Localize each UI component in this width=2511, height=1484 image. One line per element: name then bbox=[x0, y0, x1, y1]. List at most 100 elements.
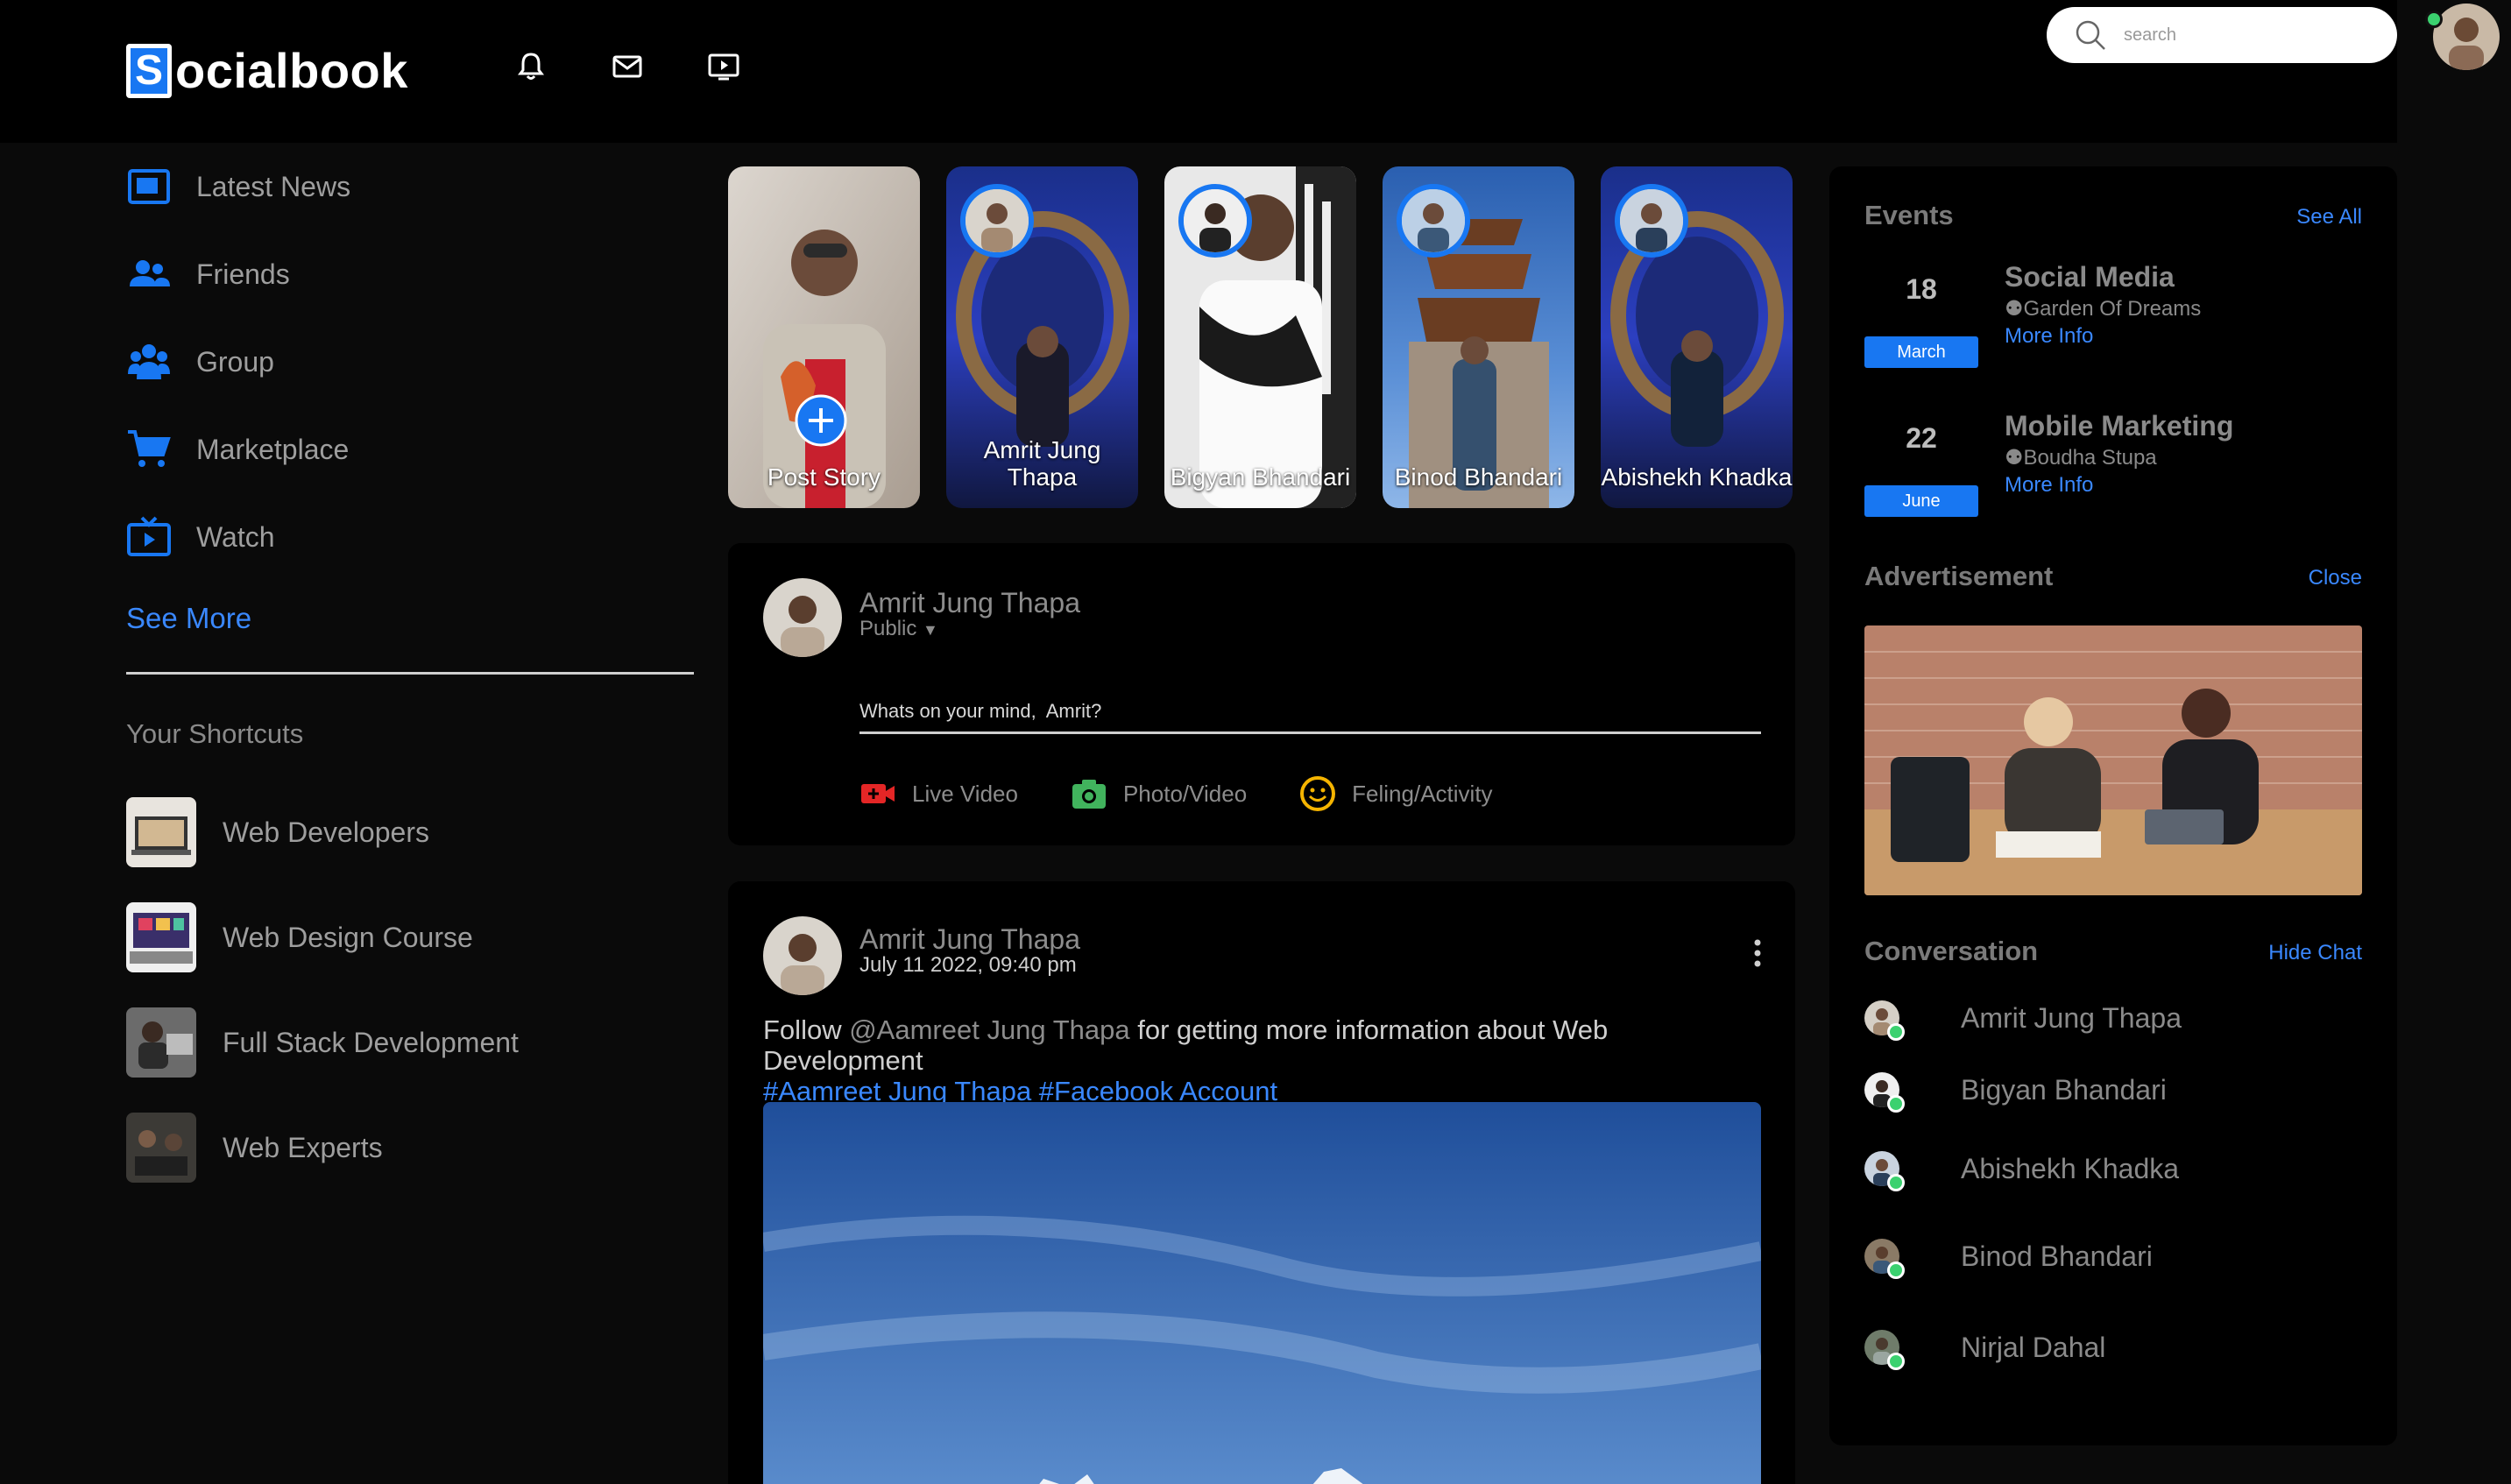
profile-avatar[interactable] bbox=[2433, 4, 2500, 70]
logo-text: ocialbook bbox=[175, 43, 408, 98]
chat-contact[interactable]: Abishekh Khadka bbox=[1864, 1151, 2180, 1191]
live-video-icon bbox=[861, 784, 895, 803]
event-location: ⚉Garden Of Dreams bbox=[2005, 297, 2202, 321]
hide-chat-link[interactable]: Hide Chat bbox=[2268, 941, 2362, 965]
sidebar-item-latest-news[interactable]: Latest News bbox=[126, 164, 696, 209]
post-text-prefix: Follow bbox=[763, 1014, 850, 1045]
composer-actions: Live Video Photo/Video Feling/Activity bbox=[859, 775, 1493, 812]
shortcut-web-design-course[interactable]: Web Design Course bbox=[126, 902, 696, 972]
post-image[interactable] bbox=[763, 1102, 1761, 1484]
feeling-activity-button[interactable]: Feling/Activity bbox=[1299, 775, 1493, 812]
bell-icon[interactable] bbox=[513, 49, 548, 84]
chat-avatar bbox=[1864, 1072, 1905, 1113]
top-navbar: S ocialbook bbox=[0, 0, 2397, 143]
event-date: 22 June bbox=[1864, 396, 1978, 517]
shortcut-web-experts[interactable]: Web Experts bbox=[126, 1113, 696, 1183]
cart-icon bbox=[128, 430, 171, 467]
shortcut-label: Full Stack Development bbox=[223, 1026, 519, 1058]
story-bigyan[interactable]: Bigyan Bhandari bbox=[1164, 166, 1356, 508]
sidebar-item-watch[interactable]: Watch bbox=[126, 514, 696, 560]
story-name: Abishekh Khadka bbox=[1601, 463, 1793, 491]
chat-avatar bbox=[1864, 1000, 1905, 1041]
chat-contact-name: Abishekh Khadka bbox=[1961, 1152, 2180, 1184]
search-bar[interactable] bbox=[2047, 7, 2397, 63]
advertisement-image[interactable] bbox=[1864, 625, 2362, 895]
chat-contact[interactable]: Bigyan Bhandari bbox=[1864, 1072, 2167, 1113]
conversation-heading: Conversation bbox=[1864, 936, 2039, 966]
story-avatar bbox=[1615, 184, 1688, 258]
story-amrit[interactable]: Amrit Jung Thapa bbox=[946, 166, 1138, 508]
search-input[interactable] bbox=[2124, 25, 2387, 46]
search-icon bbox=[2076, 20, 2105, 50]
shortcut-thumbnail bbox=[126, 1113, 196, 1183]
live-video-button[interactable]: Live Video bbox=[859, 775, 1018, 812]
story-post-story[interactable]: Post Story bbox=[728, 166, 920, 508]
story-name: Amrit Jung Thapa bbox=[983, 436, 1101, 491]
chat-contact[interactable]: Nirjal Dahal bbox=[1864, 1330, 2106, 1370]
post-text: Follow @Aamreet Jung Thapa for getting m… bbox=[763, 1014, 1762, 1106]
photo-video-button[interactable]: Photo/Video bbox=[1071, 775, 1247, 812]
tv-icon bbox=[127, 516, 171, 556]
sidebar-item-friends[interactable]: Friends bbox=[126, 251, 696, 297]
shortcut-full-stack-development[interactable]: Full Stack Development bbox=[126, 1007, 696, 1078]
left-sidebar: Latest News Friends Group Marketplace Wa… bbox=[126, 143, 696, 1183]
add-story-icon[interactable] bbox=[795, 394, 847, 447]
close-ad-link[interactable]: Close bbox=[2309, 566, 2362, 590]
advertisement-heading: Advertisement bbox=[1864, 561, 2054, 591]
location-pin-icon: ⚉ bbox=[2005, 446, 2024, 470]
group-icon bbox=[128, 344, 170, 379]
mail-icon[interactable] bbox=[610, 49, 645, 84]
video-icon[interactable] bbox=[706, 49, 741, 84]
sidebar-item-group[interactable]: Group bbox=[126, 339, 696, 385]
chat-contact-name: Amrit Jung Thapa bbox=[1961, 1001, 2182, 1034]
event-date: 18 March bbox=[1864, 247, 1978, 368]
shortcut-thumbnail bbox=[126, 797, 196, 867]
chat-avatar bbox=[1864, 1151, 1905, 1191]
chat-contact-name: Nirjal Dahal bbox=[1961, 1331, 2106, 1363]
composer-input[interactable] bbox=[859, 690, 1761, 734]
online-indicator bbox=[1887, 1174, 1905, 1191]
event-day: 22 bbox=[1906, 422, 1937, 454]
sidebar-item-marketplace[interactable]: Marketplace bbox=[126, 427, 696, 472]
chat-contact-name: Binod Bhandari bbox=[1961, 1240, 2153, 1272]
right-sidebar: Events See All 18 March Social Media ⚉Ga… bbox=[1829, 166, 2397, 1445]
chat-contact[interactable]: Binod Bhandari bbox=[1864, 1239, 2153, 1279]
privacy-selector[interactable]: Public ▼ bbox=[859, 617, 938, 641]
post-author-name[interactable]: Amrit Jung Thapa bbox=[859, 923, 1080, 956]
sidebar-item-label: Marketplace bbox=[196, 433, 350, 465]
shortcut-label: Web Design Course bbox=[223, 921, 473, 953]
story-abishekh[interactable]: Abishekh Khadka bbox=[1601, 166, 1793, 508]
top-nav-icons bbox=[513, 49, 741, 84]
stories-row: Post Story Amrit Jung Thapa Bigyan Bhand… bbox=[728, 166, 1793, 508]
chat-avatar bbox=[1864, 1239, 1905, 1279]
location-pin-icon: ⚉ bbox=[2005, 297, 2024, 321]
online-status-dot bbox=[2425, 11, 2443, 28]
post-author-avatar[interactable] bbox=[763, 916, 842, 995]
post-composer: Amrit Jung Thapa Public ▼ Live Video Pho… bbox=[728, 543, 1795, 845]
feed-post: Amrit Jung Thapa July 11 2022, 09:40 pm … bbox=[728, 881, 1795, 1484]
more-options-icon[interactable] bbox=[1751, 937, 1764, 969]
story-avatar bbox=[1397, 184, 1470, 258]
composer-avatar bbox=[763, 578, 842, 657]
online-indicator bbox=[1887, 1023, 1905, 1041]
story-avatar bbox=[1178, 184, 1252, 258]
shortcut-web-developers[interactable]: Web Developers bbox=[126, 797, 696, 867]
online-indicator bbox=[1887, 1353, 1905, 1370]
event-title: Mobile Marketing bbox=[2005, 410, 2234, 442]
logo-mark: S bbox=[126, 43, 172, 98]
see-all-events-link[interactable]: See All bbox=[2296, 205, 2362, 230]
story-binod[interactable]: Binod Bhandari bbox=[1383, 166, 1574, 508]
see-more-link[interactable]: See More bbox=[126, 602, 696, 635]
post-mention[interactable]: @Aamreet Jung Thapa bbox=[849, 1014, 1129, 1045]
caret-down-icon: ▼ bbox=[923, 621, 938, 639]
shortcuts-heading: Your Shortcuts bbox=[126, 718, 304, 749]
sidebar-item-label: Latest News bbox=[196, 170, 351, 202]
logo[interactable]: S ocialbook bbox=[126, 42, 408, 99]
chat-contact[interactable]: Amrit Jung Thapa bbox=[1864, 1000, 2182, 1041]
event-month: March bbox=[1864, 336, 1978, 368]
event-more-info-link[interactable]: More Info bbox=[2005, 473, 2093, 498]
event-more-info-link[interactable]: More Info bbox=[2005, 324, 2093, 349]
story-name: Post Story bbox=[767, 463, 881, 491]
shortcut-label: Web Developers bbox=[223, 816, 429, 848]
composer-user-name: Amrit Jung Thapa bbox=[859, 587, 1080, 618]
